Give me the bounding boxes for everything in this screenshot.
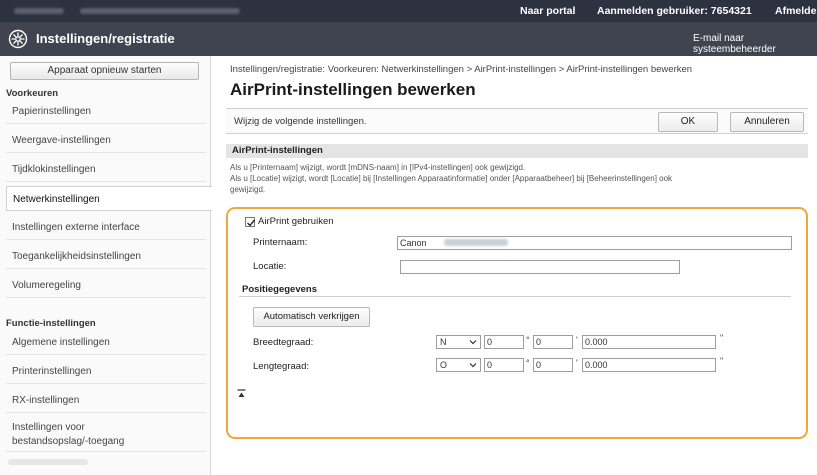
sidebar-item-general[interactable]: Algemene instellingen <box>6 330 206 355</box>
longitude-seconds-input[interactable]: 0.000 <box>582 358 716 372</box>
longitude-label: Lengtegraad: <box>253 361 309 372</box>
page-title: AirPrint-instellingen bewerken <box>230 80 476 99</box>
latitude-degrees-input[interactable]: 0 <box>484 335 524 349</box>
section-divider <box>239 296 791 297</box>
latitude-minute-symbol: ' <box>576 335 578 345</box>
longitude-degree-symbol: ° <box>526 358 530 368</box>
checkmark-icon <box>247 219 256 227</box>
longitude-minute-symbol: ' <box>576 358 578 368</box>
main-content: Instellingen/registratie: Voorkeuren: Ne… <box>222 56 812 475</box>
printer-name-label: Printernaam: <box>253 237 308 248</box>
sidebar-item-accessibility[interactable]: Toegankelijkheidsinstellingen <box>6 244 206 269</box>
sidebar-item-display[interactable]: Weergave-instellingen <box>6 128 206 153</box>
portal-link[interactable]: Naar portal <box>520 5 575 17</box>
latitude-seconds-input[interactable]: 0.000 <box>582 335 716 349</box>
sidebar-item-printer[interactable]: Printerinstellingen <box>6 359 206 384</box>
longitude-direction-select[interactable]: O <box>436 358 481 372</box>
sidebar-item-faded <box>8 459 88 465</box>
logout-link[interactable]: Afmelden <box>775 5 817 17</box>
latitude-direction-value: N <box>440 337 447 347</box>
user-id: 7654321 <box>710 5 752 17</box>
longitude-minutes-input[interactable]: 0 <box>533 358 573 372</box>
sidebar-section-functions: Functie-instellingen <box>6 318 96 329</box>
auto-obtain-button[interactable]: Automatisch verkrijgen <box>253 307 370 327</box>
printer-name-value: Canon <box>400 238 427 248</box>
note-line-3: gewijzigd. <box>230 185 266 194</box>
chevron-down-icon <box>469 340 477 345</box>
logged-in-user: Aanmelden gebruiker: 7654321 <box>597 5 752 17</box>
cancel-button[interactable]: Annuleren <box>730 112 804 132</box>
ok-button[interactable]: OK <box>658 112 718 132</box>
sidebar-item-file-storage-line1: Instellingen voor <box>12 422 85 433</box>
section-title: AirPrint-instellingen <box>232 145 323 156</box>
printer-model-blurred <box>444 239 508 246</box>
email-admin-link[interactable]: E-mail naar systeembeheerder <box>693 33 817 55</box>
sidebar-section-preferences: Voorkeuren <box>6 88 59 99</box>
latitude-label: Breedtegraad: <box>253 337 314 348</box>
latitude-degree-symbol: ° <box>526 335 530 345</box>
user-label: Aanmelden gebruiker: <box>597 5 708 17</box>
instruction-text: Wijzig de volgende instellingen. <box>234 116 367 127</box>
top-bar: Naar portal Aanmelden gebruiker: 7654321… <box>0 0 817 22</box>
note-line-1: Als u [Printernaam] wijzigt, wordt [mDNS… <box>230 163 526 172</box>
chevron-down-icon <box>469 363 477 368</box>
app-title: Instellingen/registratie <box>36 31 175 46</box>
latitude-second-symbol: " <box>720 333 724 343</box>
longitude-direction-value: O <box>440 360 448 370</box>
breadcrumb: Instellingen/registratie: Voorkeuren: Ne… <box>230 64 693 75</box>
device-name-blurred <box>14 8 64 14</box>
sidebar-item-file-storage[interactable]: Instellingen voor bestandsopslag/-toegan… <box>6 418 206 452</box>
longitude-degrees-input[interactable]: 0 <box>484 358 524 372</box>
longitude-second-symbol: " <box>720 356 724 366</box>
sidebar-item-paper[interactable]: Papierinstellingen <box>6 99 206 124</box>
instruction-row: Wijzig de volgende instellingen. OK Annu… <box>226 108 808 134</box>
latitude-direction-select[interactable]: N <box>436 335 481 349</box>
sidebar: Apparaat opnieuw starten Voorkeuren Papi… <box>0 56 212 475</box>
printer-name-input[interactable]: Canon <box>397 236 792 250</box>
device-address-blurred <box>80 8 240 14</box>
sidebar-item-timer[interactable]: Tijdklokinstellingen <box>6 157 206 182</box>
note-line-2: Als u [Locatie] wijzigt, wordt [Locatie]… <box>230 174 673 183</box>
latitude-minutes-input[interactable]: 0 <box>533 335 573 349</box>
position-section-title: Positiegegevens <box>242 284 317 295</box>
sidebar-item-external-interface[interactable]: Instellingen externe interface <box>6 215 206 240</box>
page-top-icon[interactable] <box>237 389 246 398</box>
title-bar: Instellingen/registratie E-mail naar sys… <box>0 22 817 56</box>
sidebar-item-volume[interactable]: Volumeregeling <box>6 273 206 298</box>
use-airprint-label: AirPrint gebruiken <box>258 216 334 227</box>
section-header-airprint: AirPrint-instellingen <box>226 144 808 158</box>
location-label: Locatie: <box>253 261 287 272</box>
restart-device-button[interactable]: Apparaat opnieuw starten <box>10 62 199 80</box>
sidebar-item-rx[interactable]: RX-instellingen <box>6 388 206 413</box>
location-input[interactable] <box>400 260 680 274</box>
sidebar-item-network[interactable]: Netwerkinstellingen <box>6 186 212 211</box>
use-airprint-checkbox[interactable] <box>245 217 256 227</box>
sidebar-item-file-storage-line2: bestandsopslag/-toegang <box>12 436 125 447</box>
gear-icon <box>8 29 28 49</box>
